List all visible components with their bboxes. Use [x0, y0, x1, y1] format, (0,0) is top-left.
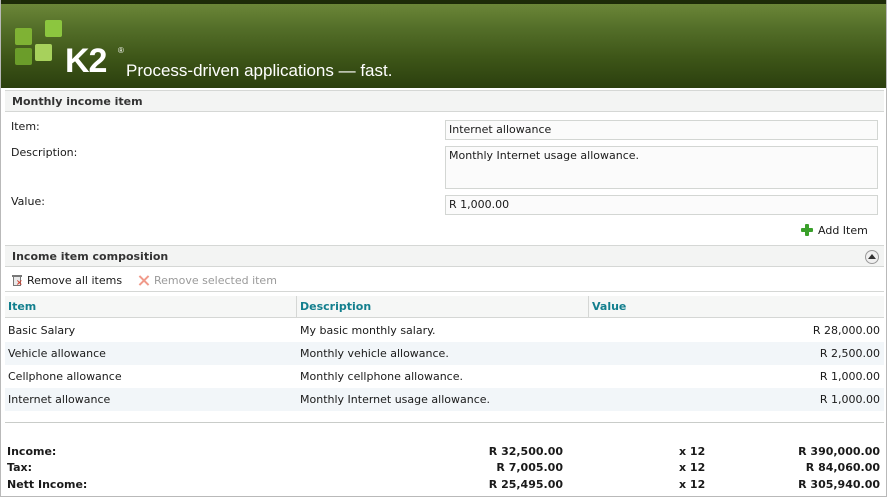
total-nett-label: Nett Income:: [7, 478, 88, 491]
value-label: Value:: [11, 195, 45, 208]
table-row[interactable]: Vehicle allowance Monthly vehicle allowa…: [5, 342, 884, 365]
total-income-multiplier: x 12: [679, 445, 706, 458]
logo-registered-mark: ®: [118, 46, 124, 55]
logo-square: [35, 44, 52, 61]
remove-all-label: Remove all items: [27, 274, 123, 287]
trash-icon: ×: [11, 274, 23, 287]
total-income-monthly: R 32,500.00: [488, 445, 563, 458]
description-label: Description:: [11, 146, 78, 159]
section-title: Monthly income item: [12, 95, 143, 108]
banner-top-strip: [1, 0, 886, 4]
income-item-composition-header: Income item composition: [5, 245, 884, 267]
total-tax-label: Tax:: [7, 461, 33, 474]
table-row[interactable]: Internet allowance Monthly Internet usag…: [5, 388, 884, 411]
cell-description: Monthly cellphone allowance.: [300, 370, 463, 383]
logo-square: [45, 20, 62, 37]
monthly-income-item-header: Monthly income item: [5, 90, 884, 112]
k2-logo-squares-icon: [15, 20, 67, 68]
cell-description: My basic monthly salary.: [300, 324, 436, 337]
total-tax-multiplier: x 12: [679, 461, 706, 474]
cell-value: R 2,500.00: [819, 347, 880, 360]
item-label: Item:: [11, 120, 40, 133]
column-header-value[interactable]: Value: [589, 296, 884, 317]
item-input[interactable]: Internet allowance: [445, 120, 878, 140]
description-textarea[interactable]: Monthly Internet usage allowance.: [445, 146, 878, 189]
total-tax-monthly: R 7,005.00: [496, 461, 563, 474]
cell-description: Monthly Internet usage allowance.: [300, 393, 491, 406]
cell-value: R 28,000.00: [812, 324, 880, 337]
total-nett-annual: R 305,940.00: [798, 478, 880, 491]
grid-divider: [5, 422, 884, 424]
remove-selected-label: Remove selected item: [154, 274, 277, 287]
close-icon: [137, 274, 150, 287]
column-header-item[interactable]: Item: [5, 296, 297, 317]
total-nett-monthly: R 25,495.00: [488, 478, 563, 491]
column-header-description[interactable]: Description: [297, 296, 589, 317]
cell-item: Vehicle allowance: [8, 347, 106, 360]
remove-all-items-button[interactable]: × Remove all items: [11, 274, 122, 287]
cell-item: Internet allowance: [8, 393, 111, 406]
header-banner: K2 ® Process-driven applications — fast.: [1, 0, 886, 88]
value-input[interactable]: R 1,000.00: [445, 195, 878, 215]
table-row[interactable]: Basic Salary My basic monthly salary. R …: [5, 319, 884, 342]
collapse-up-icon[interactable]: [865, 250, 879, 264]
app-frame: K2 ® Process-driven applications — fast.…: [0, 0, 887, 497]
table-row[interactable]: Cellphone allowance Monthly cellphone al…: [5, 365, 884, 388]
logo-text: K2: [65, 42, 107, 80]
cell-value: R 1,000.00: [819, 393, 880, 406]
cell-item: Cellphone allowance: [8, 370, 122, 383]
tagline: Process-driven applications — fast.: [126, 61, 393, 80]
logo-square: [15, 28, 32, 45]
add-item-label: Add Item: [818, 223, 868, 237]
cell-value: R 1,000.00: [819, 370, 880, 383]
logo-square: [15, 48, 32, 65]
collapse-arrow: [868, 254, 876, 259]
composition-toolbar: × Remove all items Remove selected item: [5, 270, 884, 292]
total-income-annual: R 390,000.00: [798, 445, 880, 458]
total-tax-annual: R 84,060.00: [805, 461, 880, 474]
plus-icon: [800, 223, 814, 237]
grid-header-row: Item Description Value: [5, 296, 884, 318]
total-nett-multiplier: x 12: [679, 478, 706, 491]
cell-description: Monthly vehicle allowance.: [300, 347, 449, 360]
section-title: Income item composition: [12, 250, 169, 263]
total-income-label: Income:: [7, 445, 57, 458]
cell-item: Basic Salary: [8, 324, 76, 337]
add-item-button[interactable]: Add Item: [800, 222, 868, 238]
remove-selected-item-button[interactable]: Remove selected item: [137, 274, 277, 287]
